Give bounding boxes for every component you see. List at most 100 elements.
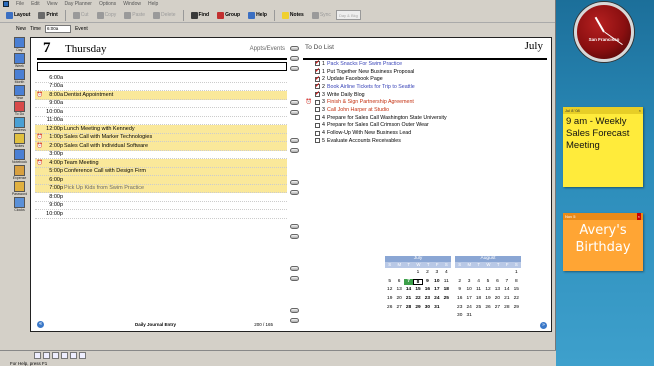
calendar-day[interactable]: 27	[493, 305, 502, 311]
cut-button[interactable]: Cut	[70, 9, 92, 21]
time-slot[interactable]: 9:00a	[35, 100, 287, 108]
status-icon[interactable]	[70, 352, 77, 359]
calendar-day[interactable]: 9	[423, 279, 432, 285]
todo-checkbox[interactable]	[315, 122, 320, 128]
calendar-day[interactable]: 10	[464, 287, 473, 293]
calendar-day[interactable]: 20	[394, 296, 403, 302]
journal-entry-link[interactable]: Daily Journal Entry	[135, 322, 176, 327]
sidebar-item-to-do[interactable]: To Do	[12, 101, 28, 116]
day-background-box[interactable]: Day & Bkg	[335, 10, 361, 20]
time-slot[interactable]: 8:00p	[35, 193, 287, 202]
menu-options[interactable]: Options	[99, 1, 116, 7]
menu-help[interactable]: Help	[148, 1, 158, 7]
sync-button[interactable]: Sync	[309, 9, 334, 21]
calendar-day[interactable]: 15	[512, 287, 521, 293]
status-icon[interactable]	[34, 352, 41, 359]
calendar-day[interactable]: 13	[394, 287, 403, 293]
menu-edit[interactable]: Edit	[31, 1, 40, 7]
time-slot[interactable]: 6:00a	[35, 74, 287, 83]
sidebar-item-week[interactable]: Week	[12, 53, 28, 68]
time-slot[interactable]: ⏰ 8:00a Dentist Appointment	[35, 91, 287, 100]
calendar-day[interactable]: 2	[455, 279, 464, 285]
calendar-day[interactable]: 24	[432, 296, 441, 302]
todo-checkbox[interactable]	[315, 138, 320, 144]
calendar-day[interactable]: 5	[483, 279, 492, 285]
calendar-day[interactable]: 16	[455, 296, 464, 302]
calendar-day[interactable]: 12	[385, 287, 394, 293]
calendar-day[interactable]: 10	[432, 279, 441, 285]
calendar-day[interactable]: 6	[493, 279, 502, 285]
sticky-note-meeting[interactable]: Jul 8 '08 × 9 am - Weekly Sales Forecast…	[563, 107, 643, 187]
appts-events-tab[interactable]: Appts/Events	[250, 46, 285, 52]
todo-item[interactable]: 2Book Airline Tickets for Trip to Seattl…	[303, 82, 543, 91]
calendar-day[interactable]: 3	[464, 279, 473, 285]
prev-page-icon[interactable]: «	[37, 321, 44, 328]
sidebar-item-month[interactable]: Month	[12, 69, 28, 84]
time-slot[interactable]: 11:00a	[35, 117, 287, 125]
close-icon[interactable]: ×	[639, 107, 641, 114]
paste-button[interactable]: Paste	[121, 9, 148, 21]
calendar-day[interactable]: 5	[385, 279, 394, 285]
menu-window[interactable]: Window	[123, 1, 141, 7]
calendar-day[interactable]: 6	[394, 279, 403, 285]
todo-checkbox[interactable]	[315, 99, 320, 105]
time-slot[interactable]: ⏰ 1:00p Sales Call with Marker Technologie…	[35, 133, 287, 142]
clock-gadget[interactable]: San Francisco	[574, 2, 634, 62]
calendar-day[interactable]: 27	[394, 305, 403, 311]
calendar-day[interactable]: 11	[474, 287, 483, 293]
todo-checkbox[interactable]	[315, 59, 320, 67]
calendar-day[interactable]: 2	[423, 270, 432, 276]
menu-day-planner[interactable]: Day Planner	[64, 1, 92, 7]
next-page-icon[interactable]: »	[540, 322, 547, 329]
calendar-day[interactable]: 18	[474, 296, 483, 302]
status-icon[interactable]	[61, 352, 68, 359]
time-slot[interactable]: 6:00p	[35, 176, 287, 185]
sidebar-item-address[interactable]: Address	[12, 117, 28, 132]
todo-item[interactable]: 1Pack Snacks For Swim Practice	[303, 59, 543, 68]
calendar-day[interactable]: 26	[483, 305, 492, 311]
time-slot[interactable]: 3:00p	[35, 151, 287, 159]
status-icon[interactable]	[43, 352, 50, 359]
time-slot[interactable]: ⏰ 2:00p Sales Call with Individual Softwar…	[35, 142, 287, 151]
calendar-day[interactable]: 12	[483, 287, 492, 293]
calendar-day[interactable]: 16	[423, 287, 432, 293]
calendar-day[interactable]: 13	[493, 287, 502, 293]
sidebar-item-notebook[interactable]: Notebook	[12, 149, 28, 164]
todo-checkbox[interactable]	[315, 107, 320, 113]
todo-item[interactable]: 1Put Together New Business Proposal	[303, 67, 543, 76]
todo-item[interactable]: 4 Prepare for Sales Call Washington State…	[303, 114, 543, 122]
calendar-day[interactable]: 11	[442, 279, 451, 285]
calendar-day[interactable]: 23	[455, 305, 464, 311]
calendar-day[interactable]: 25	[442, 296, 451, 302]
status-icon[interactable]	[79, 352, 86, 359]
calendar-day[interactable]: 28	[502, 305, 511, 311]
todo-checkbox[interactable]	[315, 75, 320, 82]
sidebar-item-password[interactable]: Password	[12, 181, 28, 196]
event-input[interactable]	[37, 62, 287, 71]
time-slot[interactable]: 10:00p	[35, 210, 287, 219]
sidebar-item-day[interactable]: Day	[12, 37, 28, 52]
time-slot[interactable]: ⏰ 4:00p Team Meeting	[35, 159, 287, 168]
calendar-day[interactable]: 28	[404, 305, 413, 311]
calendar-day[interactable]: 30	[455, 313, 464, 319]
calendar-day[interactable]: 31	[432, 305, 441, 311]
time-input[interactable]: 6:00a	[44, 25, 71, 33]
calendar-day[interactable]: 8	[413, 278, 423, 285]
calendar-day[interactable]: 4	[474, 279, 483, 285]
calendar-day[interactable]: 14	[404, 287, 413, 293]
app-icon[interactable]	[3, 1, 9, 7]
time-slot[interactable]: 5:00p Conference Call with Design Firm	[35, 167, 287, 176]
calendar-day[interactable]: 23	[423, 296, 432, 302]
calendar-day[interactable]: 1	[413, 270, 422, 276]
calendar-day[interactable]: 31	[464, 313, 473, 319]
close-icon[interactable]: ×	[636, 213, 641, 220]
new-button[interactable]: New	[16, 26, 26, 32]
calendar-day[interactable]: 20	[493, 296, 502, 302]
todo-checkbox[interactable]	[315, 67, 320, 75]
todo-item[interactable]: 5 Evaluate Accounts Receivables	[303, 137, 543, 145]
time-slot[interactable]: 9:00p	[35, 202, 287, 210]
todo-item[interactable]: 2Update Facebook Page	[303, 75, 543, 83]
todo-item[interactable]: 3 Call John Harper at Studio	[303, 106, 543, 114]
calendar-day[interactable]: 3	[432, 270, 441, 276]
status-icon[interactable]	[52, 352, 59, 359]
